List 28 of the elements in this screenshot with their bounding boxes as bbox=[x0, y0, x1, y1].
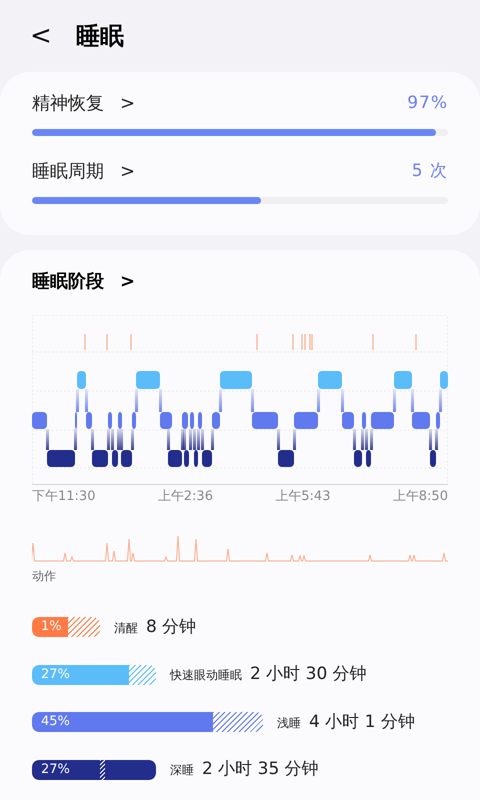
section-title-link[interactable]: 睡眠阶段 > bbox=[32, 268, 136, 295]
stage-percent: 27% bbox=[41, 760, 70, 779]
back-button[interactable]: < bbox=[30, 23, 52, 49]
reference-hatch bbox=[213, 712, 263, 732]
page-title: 睡眠 bbox=[76, 21, 124, 52]
time-label: 上午2:36 bbox=[158, 488, 213, 506]
stage-percent: 45% bbox=[41, 713, 70, 732]
metric-link[interactable]: 睡眠周期 > bbox=[32, 158, 136, 185]
reference-hatch bbox=[68, 617, 100, 638]
stage-name: 浅睡 bbox=[277, 714, 301, 732]
time-label: 上午8:50 bbox=[392, 488, 448, 506]
stage-duration: 4 小时 1 分钟 bbox=[309, 710, 415, 734]
stage-name: 快速眼动睡眠 bbox=[170, 667, 242, 684]
stage-name: 清醒 bbox=[114, 620, 138, 636]
stage-duration: 2 小时 30 分钟 bbox=[250, 663, 367, 686]
stage-percent: 27% bbox=[41, 666, 70, 684]
time-label: 下午11:30 bbox=[32, 488, 96, 506]
stage-percent: 1% bbox=[41, 618, 62, 636]
hatch-marker bbox=[100, 760, 106, 780]
metric-link[interactable]: 精神恢复 > bbox=[32, 90, 136, 117]
metric-value: 5 次 bbox=[412, 160, 448, 183]
reference-hatch bbox=[129, 664, 156, 685]
stage-name: 深睡 bbox=[170, 762, 194, 779]
time-label: 上午5:43 bbox=[275, 488, 330, 506]
metric-value: 97% bbox=[407, 92, 448, 115]
stage-duration: 8 分钟 bbox=[146, 616, 196, 638]
movement-label: 动作 bbox=[32, 568, 56, 582]
stage-duration: 2 小时 35 分钟 bbox=[202, 758, 319, 781]
